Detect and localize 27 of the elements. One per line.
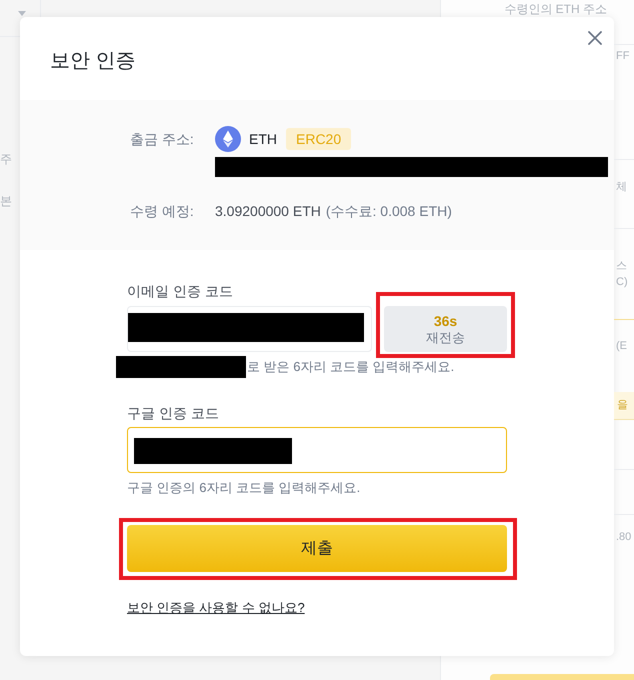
page-text: 스	[616, 259, 627, 274]
network-badge: ERC20	[286, 128, 352, 150]
field-label: 수령 예정:	[130, 202, 195, 221]
field-label: 출금 주소:	[130, 130, 195, 149]
field-label: 구글 인증 코드	[127, 404, 219, 423]
coin-icon	[215, 126, 241, 152]
page-text: 본	[0, 193, 12, 209]
close-icon[interactable]	[588, 31, 602, 45]
page-text: 체	[616, 180, 627, 195]
page-text: C)	[616, 275, 628, 290]
field-label: 이메일 인증 코드	[127, 282, 233, 301]
hint-text: 로 받은 6자리 코드를 입력해주세요.	[247, 358, 454, 376]
amount-text: 3.09200000 ETH	[215, 202, 321, 221]
coin-symbol: ETH	[249, 130, 277, 149]
dialog-title: 보안 인증	[50, 49, 136, 73]
submit-button[interactable]: 제출	[127, 525, 507, 572]
page-text: (E	[616, 339, 627, 354]
hint-text: 구글 인증의 6자리 코드를 입력해주세요.	[127, 479, 360, 497]
fee-text: (수수료: 0.008 ETH)	[326, 202, 452, 221]
notice-banner: 을	[614, 392, 634, 420]
page-text: 주	[0, 151, 12, 167]
resend-button[interactable]: 36s 재전송	[384, 306, 507, 352]
code-input-field[interactable]	[127, 427, 507, 473]
page-text: FF	[616, 49, 630, 64]
help-link[interactable]: 보안 인증을 사용할 수 없나요?	[127, 599, 305, 617]
column-label: 수령인의 ETH 주소	[504, 2, 607, 16]
page-text: .80	[616, 530, 632, 545]
